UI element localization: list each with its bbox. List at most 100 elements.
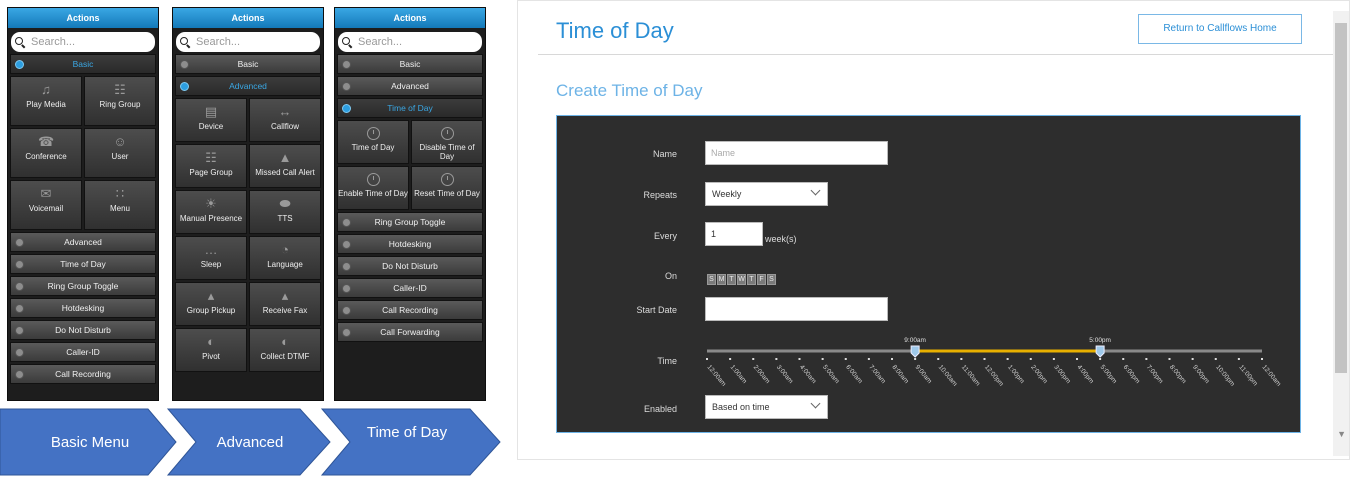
expand-icon — [15, 348, 24, 357]
section-label: Basic — [237, 59, 259, 69]
action-tile[interactable]: Disable Time of Day — [411, 120, 483, 164]
search-input[interactable]: Search... — [11, 32, 155, 52]
slider-tick — [729, 358, 732, 360]
action-tile[interactable]: ▤ Device — [175, 98, 247, 142]
start-date-field[interactable] — [705, 297, 888, 321]
day-toggle[interactable]: T — [727, 274, 736, 285]
action-tile[interactable]: ◐ Pivot — [175, 328, 247, 372]
action-tile[interactable]: ▴ Receive Fax — [249, 282, 321, 326]
action-tile-label: User — [111, 152, 129, 161]
section-label: Do Not Disturb — [382, 261, 438, 271]
action-tile[interactable]: Reset Time of Day — [411, 166, 483, 210]
every-field[interactable]: 1 — [705, 222, 763, 246]
divider — [538, 54, 1336, 55]
slider-tick-label: 9:00am — [914, 364, 933, 385]
slider-tick-label: 8:00am — [890, 364, 909, 385]
section-header[interactable]: Basic — [175, 54, 321, 74]
slider-tick-label: 7:00pm — [1145, 364, 1164, 385]
slider-tick — [983, 358, 986, 360]
action-tile[interactable]: ♫ Play Media — [10, 76, 82, 126]
slider-tick — [1006, 358, 1009, 360]
scroll-thumb[interactable] — [1335, 23, 1347, 373]
collapse-icon — [180, 82, 189, 91]
action-tile-label: Disable Time of Day — [419, 143, 475, 161]
section-header[interactable]: Caller-ID — [337, 278, 483, 298]
section-header[interactable]: Call Recording — [10, 364, 156, 384]
action-tile[interactable]: ☷ Ring Group — [84, 76, 156, 126]
section-list: Basic ♫ Play Media ☷ Ring Group ☎ Conference ☺ U… — [8, 54, 158, 384]
section-label: Time of Day — [60, 259, 106, 269]
section-list: Basic Advanced ▤ Device ↔ Callflow ☷ Page Group… — [173, 54, 323, 372]
section-header[interactable]: Ring Group Toggle — [10, 276, 156, 296]
action-tile[interactable]: ▲ Missed Call Alert — [249, 144, 321, 188]
scrollbar[interactable]: ▼ — [1333, 11, 1349, 456]
section-header[interactable]: Basic — [10, 54, 156, 74]
day-toggle[interactable]: W — [737, 274, 746, 285]
action-tile[interactable]: … Sleep — [175, 236, 247, 280]
action-tile-label: Language — [267, 260, 303, 269]
slider-tick-label: 4:00pm — [1075, 364, 1094, 385]
action-tile[interactable]: ↔ Callflow — [249, 98, 321, 142]
slider-tick — [752, 358, 755, 360]
action-tile[interactable]: ∷ Menu — [84, 180, 156, 230]
day-toggle[interactable]: S — [707, 274, 716, 285]
section-header[interactable]: Do Not Disturb — [10, 320, 156, 340]
section-header[interactable]: Advanced — [10, 232, 156, 252]
slider-tick-label: 3:00am — [775, 364, 794, 385]
search-input[interactable]: Search... — [176, 32, 320, 52]
search-input[interactable]: Search... — [338, 32, 482, 52]
action-tile[interactable]: ☺ User — [84, 128, 156, 178]
day-toggle[interactable]: M — [717, 274, 726, 285]
section-header[interactable]: Basic — [337, 54, 483, 74]
slider-tick — [1168, 358, 1171, 360]
section-header[interactable]: Time of Day — [337, 98, 483, 118]
every-label: Every — [653, 231, 677, 241]
section-label: Ring Group Toggle — [374, 217, 446, 227]
action-tile[interactable]: ◔ Language — [249, 236, 321, 280]
action-tile[interactable]: Enable Time of Day — [337, 166, 409, 210]
action-tile[interactable]: ▴ Group Pickup — [175, 282, 247, 326]
enabled-select[interactable]: Based on time — [705, 395, 828, 419]
expand-icon — [342, 284, 351, 293]
section-header[interactable]: Do Not Disturb — [337, 256, 483, 276]
action-tile[interactable]: ☀ Manual Presence — [175, 190, 247, 234]
name-field[interactable]: Name — [705, 141, 888, 165]
time-of-day-screen: Time of Day Return to Callflows Home Cre… — [517, 0, 1350, 460]
action-tile-grid: ▤ Device ↔ Callflow ☷ Page Group ▲ Missed Call … — [175, 98, 321, 372]
slider-tick-label: 4:00am — [798, 364, 817, 385]
action-tile-label: Conference — [25, 152, 67, 161]
action-tile[interactable]: ✉ Voicemail — [10, 180, 82, 230]
section-header[interactable]: Ring Group Toggle — [337, 212, 483, 232]
tts-icon: ⬬ — [279, 196, 291, 211]
conference-icon: ☎ — [38, 134, 55, 149]
slider-start-handle[interactable] — [910, 345, 920, 358]
action-tile[interactable]: Time of Day — [337, 120, 409, 164]
section-header[interactable]: Hotdesking — [337, 234, 483, 254]
section-header[interactable]: Advanced — [337, 76, 483, 96]
slider-end-handle[interactable] — [1095, 345, 1105, 358]
expand-icon — [15, 370, 24, 379]
section-header[interactable]: Caller-ID — [10, 342, 156, 362]
day-toggle[interactable]: S — [767, 274, 776, 285]
day-toggle[interactable]: T — [747, 274, 756, 285]
section-label: Basic — [72, 59, 94, 69]
action-tile[interactable]: ⬬ TTS — [249, 190, 321, 234]
section-header[interactable]: Advanced — [175, 76, 321, 96]
section-header[interactable]: Call Recording — [337, 300, 483, 320]
section-header[interactable]: Hotdesking — [10, 298, 156, 318]
time-range-slider[interactable]: 12:00am 1:00am 2:00am 3:00am 4:00am 5:00am 6:0… — [697, 334, 1287, 404]
section-header[interactable]: Time of Day — [10, 254, 156, 274]
action-tile-label: Page Group — [189, 168, 233, 177]
action-tile-grid: Time of Day Disable Time of Day Enable Tim… — [337, 120, 483, 210]
action-tile-label: Voicemail — [28, 204, 64, 213]
action-tile-label: Sleep — [200, 260, 222, 269]
day-toggle[interactable]: F — [757, 274, 766, 285]
action-tile-label: Ring Group — [99, 100, 141, 109]
action-tile[interactable]: ☎ Conference — [10, 128, 82, 178]
section-header[interactable]: Call Forwarding — [337, 322, 483, 342]
chevron-down-icon[interactable]: ▼ — [1337, 429, 1346, 439]
repeats-select[interactable]: Weekly — [705, 182, 828, 206]
action-tile[interactable]: ◐ Collect DTMF — [249, 328, 321, 372]
action-tile[interactable]: ☷ Page Group — [175, 144, 247, 188]
return-to-callflows-button[interactable]: Return to Callflows Home — [1138, 14, 1302, 44]
